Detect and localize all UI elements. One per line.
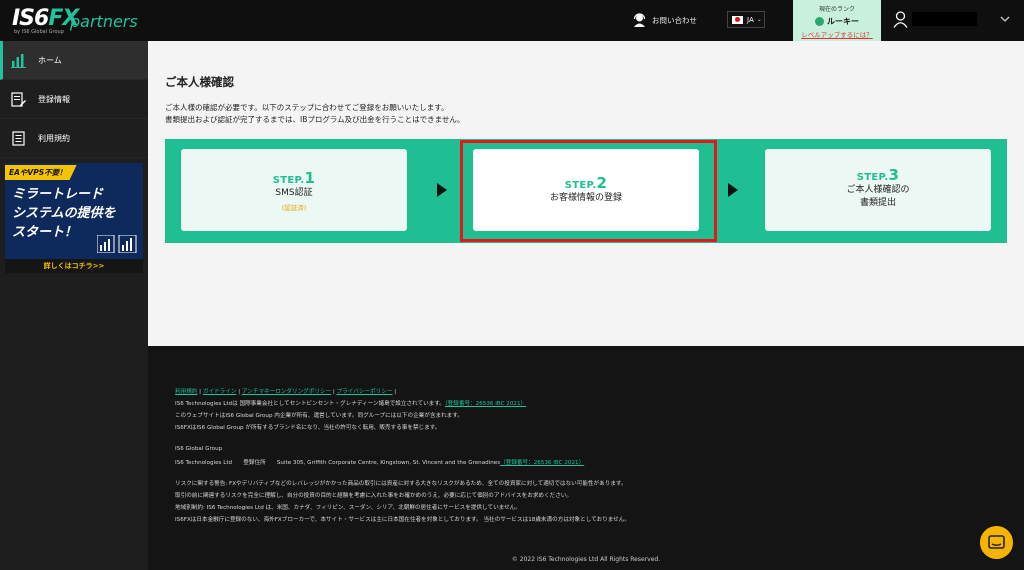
footer-company-line: IS6 Technologies Ltdは 国際事業会社としてセントビンセント・… — [175, 399, 526, 407]
chat-icon[interactable] — [980, 526, 1013, 559]
banner-tag: EAやVPS不要！ — [5, 165, 77, 180]
sidebar-item-home[interactable]: ホーム — [0, 41, 148, 80]
step-label: STEP.1 — [272, 169, 316, 187]
description-line: ご本人様の確認が必要です。以下のステップに合わせてご登録をお願いいたします。 — [165, 103, 449, 112]
rank-name-text: ルーキー — [827, 17, 859, 26]
user-icon[interactable] — [893, 11, 908, 28]
bar-chart-icon — [11, 53, 26, 68]
japan-flag-icon — [732, 15, 743, 24]
step-title-line: ご本人様確認の — [846, 185, 910, 195]
footer: 利用規約 | ガイドライン | アンチマネーロンダリングポリシー | プライバシ… — [148, 346, 1024, 570]
level-up-link[interactable]: レベルアップするには？ — [793, 29, 881, 39]
footer-link-aml[interactable]: アンチマネーロンダリングポリシー — [242, 389, 331, 395]
sidebar: ホーム 登録情報 利用規約 EAやVPS不要！ ミラートレード システムの提供を… — [0, 41, 148, 570]
description-line: 書類提出および認証が完了するまでは、IBプログラム及び出金を行うことはできません… — [165, 115, 465, 124]
chart-bars-icon — [97, 235, 137, 253]
step-3-card: STEP.3 ご本人様確認の 書類提出 — [765, 149, 991, 231]
footer-text: リスクに関する警告: FXやデリバティブなどのレバレッジがかかった商品の取引には… — [175, 481, 627, 487]
rank-badge-icon — [815, 17, 824, 26]
footer-text: IS6FXはIS6 Global Group が所有するブランド名になり、当社の… — [175, 425, 441, 431]
rank-panel: 現在のランク ルーキー レベルアップするには？ — [793, 0, 881, 41]
top-bar: IS6FX partners by IS6 Global Group お問い合わ… — [0, 0, 1024, 41]
chevron-down-icon: ⌄ — [756, 16, 762, 23]
footer-text: IS6 Technologies Ltd 登録住所 Suite 305, Gri… — [175, 460, 501, 466]
rank-name: ルーキー — [793, 16, 881, 27]
step-status: (認証済) — [281, 204, 307, 212]
arrow-right-icon — [728, 183, 738, 197]
step-label: STEP.3 — [856, 166, 900, 184]
rank-label: 現在のランク — [818, 6, 855, 13]
footer-registration-link[interactable]: （登録番号：26536 IBC 2021） — [445, 401, 526, 407]
sidebar-item-registration[interactable]: 登録情報 — [0, 80, 148, 119]
footer-text: IS6 Global Group — [175, 446, 223, 452]
footer-text: 地域別制約: IS6 Technologies Ltd は、米国、カナダ、フィリ… — [175, 505, 521, 511]
step-1-card: STEP.1 SMS認証 (認証済) — [181, 149, 407, 231]
banner-cta[interactable]: 詳しくはコチラ>> — [5, 259, 143, 273]
footer-text: このウェブサイトはIS6 Global Group 内企業が所有、運営しています… — [175, 413, 463, 419]
edit-document-icon — [11, 91, 26, 107]
logo-partners: partners — [70, 12, 138, 31]
promo-banner[interactable]: EAやVPS不要！ ミラートレード システムの提供を スタート！ 詳しくはコチラ… — [5, 163, 143, 273]
language-select[interactable]: JA ⌄ — [727, 11, 765, 28]
support-agent-icon — [633, 13, 646, 27]
steps-panel: STEP.1 SMS認証 (認証済) STEP.2 お客様情報の登録 STEP.… — [165, 139, 1007, 243]
sidebar-item-label: 利用規約 — [38, 133, 70, 143]
page-description: ご本人様の確認が必要です。以下のステップに合わせてご登録をお願いいたします。 書… — [165, 102, 464, 126]
main-content: ご本人様確認 ご本人様の確認が必要です。以下のステップに合わせてご登録をお願いい… — [148, 41, 1024, 346]
arrow-right-icon — [437, 183, 447, 197]
banner-headline: ミラートレード システムの提供を スタート！ — [12, 187, 116, 240]
copyright: © 2022 IS6 Technologies Ltd All Rights R… — [511, 556, 661, 563]
contact-link[interactable]: お問い合わせ — [633, 11, 697, 29]
step-title-line: 書類提出 — [859, 198, 896, 208]
contact-label: お問い合わせ — [652, 15, 697, 25]
logo-main: IS6FX — [12, 6, 79, 31]
footer-address-line: IS6 Technologies Ltd 登録住所 Suite 305, Gri… — [175, 458, 584, 466]
step-title: SMS認証 — [275, 188, 313, 198]
logo[interactable]: IS6FX partners by IS6 Global Group — [12, 6, 147, 36]
footer-text: 取引の前に関連するリスクを完全に理解し、自分の投資の目的と経験を考慮に入れた事を… — [175, 493, 572, 499]
document-icon — [12, 130, 25, 146]
footer-links: 利用規約 | ガイドライン | アンチマネーロンダリングポリシー | プライバシ… — [175, 389, 397, 395]
footer-link-privacy[interactable]: プライバシーポリシー — [337, 389, 393, 395]
sidebar-item-label: ホーム — [38, 55, 62, 65]
footer-registration-link[interactable]: （登録番号：26536 IBC 2021） — [500, 460, 584, 466]
logo-sub: by IS6 Global Group — [14, 29, 64, 35]
sidebar-item-terms[interactable]: 利用規約 — [0, 119, 148, 158]
sidebar-item-label: 登録情報 — [38, 94, 70, 104]
footer-text: IS6FXは日本金融庁に登録のない、海外FXブローカーで、本サイト・サービスは主… — [175, 517, 630, 523]
footer-text: IS6 Technologies Ltdは 国際事業会社としてセントビンセント・… — [175, 401, 445, 407]
chevron-down-icon[interactable] — [999, 14, 1011, 24]
footer-link-guidelines[interactable]: ガイドライン — [203, 389, 237, 395]
step-title: ご本人様確認の 書類提出 — [765, 184, 991, 210]
language-value: JA — [747, 15, 754, 24]
footer-link-terms[interactable]: 利用規約 — [175, 389, 197, 395]
page-title: ご本人様確認 — [165, 75, 234, 89]
current-step-highlight — [460, 140, 717, 242]
user-name-redacted[interactable] — [912, 12, 977, 26]
